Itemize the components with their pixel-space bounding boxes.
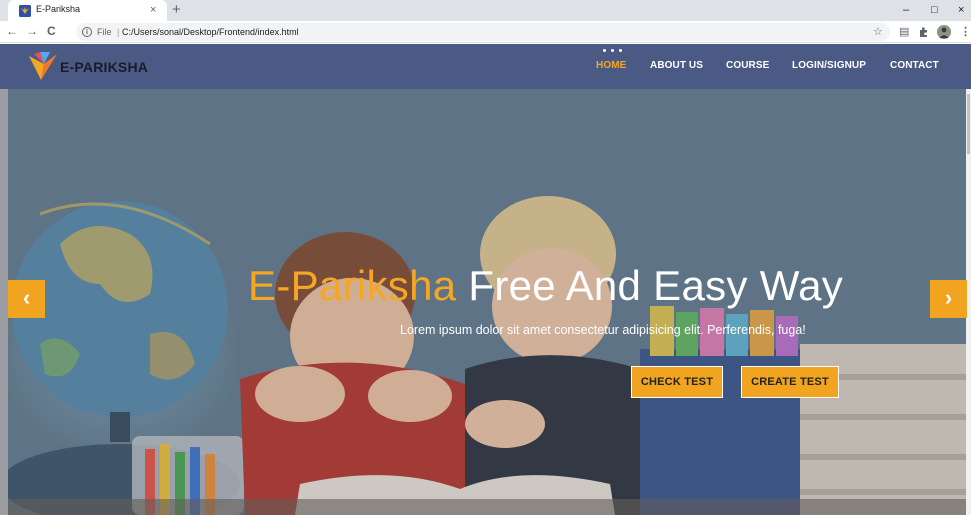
tab-close-icon[interactable]: ×	[150, 3, 156, 17]
avatar-figure-icon	[937, 25, 951, 39]
check-test-button[interactable]: CHECK TEST	[631, 366, 723, 398]
carousel-prev-icon[interactable]: ‹	[8, 280, 45, 318]
browser-menu-icon[interactable]: ⋮	[960, 25, 971, 39]
minimize-icon[interactable]: –	[903, 3, 909, 17]
left-edge-bar	[0, 89, 8, 515]
browser-toolbar: ← → C i File | C:/Users/sonal/Desktop/Fr…	[0, 21, 971, 43]
hero-headline-accent: E-Pariksha	[248, 262, 457, 309]
logo-icon[interactable]	[26, 50, 60, 84]
info-icon[interactable]: i	[82, 27, 92, 37]
nav-contact[interactable]: CONTACT	[890, 60, 939, 71]
nav-course[interactable]: COURSE	[726, 60, 769, 71]
nav-about-us[interactable]: ABOUT US	[650, 60, 703, 71]
carousel-next-icon[interactable]: ›	[930, 280, 967, 318]
url-scheme: File	[97, 27, 112, 37]
site-favicon-icon	[19, 5, 31, 17]
hero-headline-rest: Free And Easy Way	[456, 262, 844, 309]
back-arrow-icon[interactable]: ←	[6, 24, 18, 39]
maximize-icon[interactable]: □	[931, 3, 938, 17]
bookmark-star-icon[interactable]: ☆	[873, 25, 883, 39]
url-text[interactable]: C:/Users/sonal/Desktop/Frontend/index.ht…	[122, 26, 299, 38]
new-tab-icon[interactable]: +	[172, 1, 181, 19]
window-close-icon[interactable]: ×	[958, 3, 964, 17]
profile-avatar-icon[interactable]	[937, 25, 951, 39]
create-test-button[interactable]: CREATE TEST	[741, 366, 839, 398]
url-separator: |	[117, 27, 120, 37]
extensions-puzzle-icon[interactable]	[918, 26, 930, 38]
tab-title: E-Pariksha	[36, 4, 81, 14]
site-navbar: E-PARIKSHA HOME ABOUT US COURSE LOGIN/SI…	[0, 44, 971, 89]
reading-list-icon[interactable]: ▤	[899, 25, 909, 39]
browser-tab[interactable]: E-Pariksha ×	[8, 0, 167, 21]
address-bar[interactable]: i File | C:/Users/sonal/Desktop/Frontend…	[76, 23, 890, 41]
hero-headline: E-Pariksha Free And Easy Way	[248, 261, 843, 311]
hero-subtitle: Lorem ipsum dolor sit amet consectetur a…	[400, 323, 806, 337]
reload-icon[interactable]: C	[47, 24, 56, 39]
browser-tabstrip: E-Pariksha × + – □ ×	[0, 0, 971, 21]
page-scrollbar-thumb[interactable]	[967, 94, 970, 154]
forward-arrow-icon[interactable]: →	[26, 24, 38, 39]
website-viewport: E-PARIKSHA HOME ABOUT US COURSE LOGIN/SI…	[0, 44, 971, 515]
active-nav-indicator	[601, 49, 623, 55]
logo-text[interactable]: E-PARIKSHA	[60, 59, 148, 75]
nav-home[interactable]: HOME	[596, 60, 626, 71]
nav-login-signup[interactable]: LOGIN/SIGNUP	[792, 60, 866, 71]
